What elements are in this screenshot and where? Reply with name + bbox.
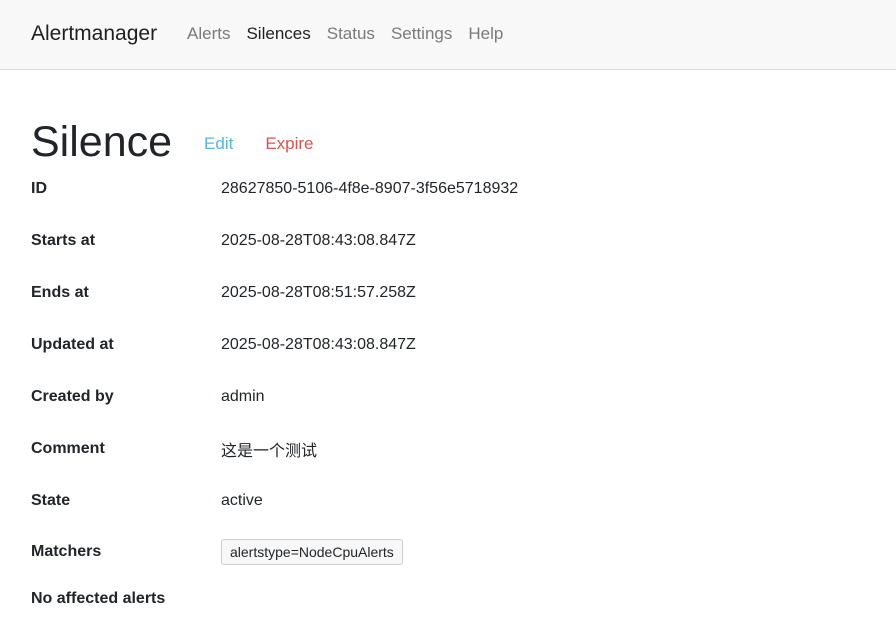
matcher-badge: alertstype=NodeCpuAlerts [221, 539, 403, 565]
ends-at-value: 2025-08-28T08:51:57.258Z [221, 284, 416, 301]
comment-label: Comment [31, 440, 105, 457]
nav-status-link[interactable]: Status [327, 22, 375, 46]
detail-row-comment: Comment 这是一个测试 [31, 437, 871, 461]
created-by-label: Created by [31, 388, 114, 405]
page-title: Silence [31, 118, 173, 166]
detail-row-created-by: Created by admin [31, 385, 871, 409]
edit-link[interactable]: Edit [204, 132, 233, 156]
created-by-value: admin [221, 388, 265, 405]
detail-row-state: State active [31, 489, 871, 513]
no-affected-alerts-text: No affected alerts [31, 590, 166, 607]
starts-at-label: Starts at [31, 232, 96, 249]
nav-help-link[interactable]: Help [468, 22, 503, 46]
nav-alerts-link[interactable]: Alerts [187, 22, 230, 46]
silence-header: Silence Edit Expire [31, 112, 314, 172]
detail-row-updated-at: Updated at 2025-08-28T08:43:08.847Z [31, 333, 871, 357]
id-value: 28627850-5106-4f8e-8907-3f56e5718932 [221, 180, 519, 197]
detail-row-ends-at: Ends at 2025-08-28T08:51:57.258Z [31, 281, 871, 305]
id-label: ID [31, 180, 47, 197]
comment-value: 这是一个测试 [221, 443, 318, 460]
detail-row-matchers: Matchers alertstype=NodeCpuAlerts [31, 539, 871, 565]
top-navbar: Alertmanager Alerts Silences Status Sett… [0, 0, 896, 70]
nav-silences-link[interactable]: Silences [246, 22, 310, 46]
matchers-label: Matchers [31, 543, 102, 560]
detail-row-starts-at: Starts at 2025-08-28T08:43:08.847Z [31, 229, 871, 253]
state-label: State [31, 492, 71, 509]
starts-at-value: 2025-08-28T08:43:08.847Z [221, 232, 416, 249]
nav-settings-link[interactable]: Settings [391, 22, 452, 46]
state-value: active [221, 492, 263, 509]
expire-link[interactable]: Expire [265, 132, 313, 156]
updated-at-value: 2025-08-28T08:43:08.847Z [221, 336, 416, 353]
nav-links: Alerts Silences Status Settings Help [187, 22, 503, 46]
updated-at-label: Updated at [31, 336, 114, 353]
matchers-list: alertstype=NodeCpuAlerts [221, 539, 403, 565]
brand-link[interactable]: Alertmanager [31, 20, 157, 48]
ends-at-label: Ends at [31, 284, 89, 301]
detail-row-id: ID 28627850-5106-4f8e-8907-3f56e5718932 [31, 177, 871, 201]
